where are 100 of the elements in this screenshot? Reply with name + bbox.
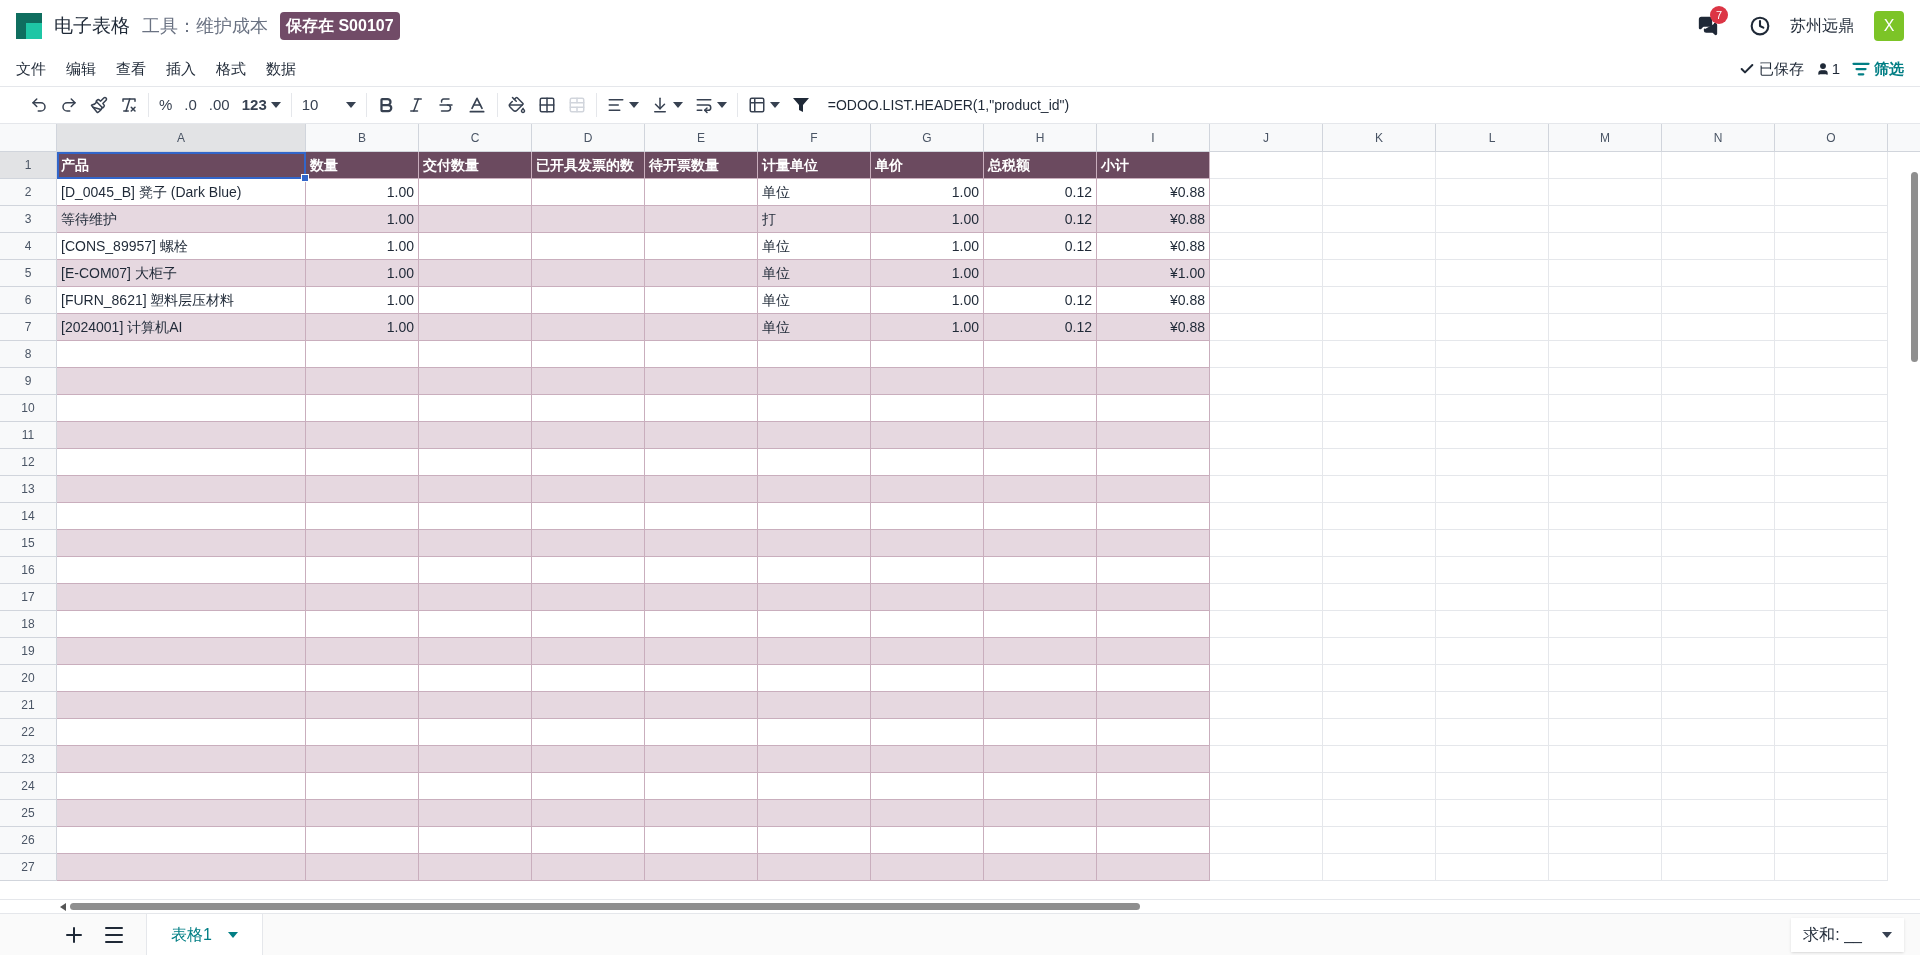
user-icon <box>1815 62 1830 76</box>
menu-item[interactable]: 数据 <box>266 57 296 81</box>
table-cell: 1.00 <box>871 179 984 206</box>
table-cell: ¥0.88 <box>1097 287 1210 314</box>
row-header[interactable]: 9 <box>0 368 57 395</box>
table-cell: [D_0045_B] 凳子 (Dark Blue) <box>57 179 306 206</box>
paint-bucket-icon <box>507 96 526 114</box>
chat-icon[interactable] <box>1698 16 1718 36</box>
table-cell: [2024001] 计算机AI <box>57 314 306 341</box>
column-header[interactable]: I <box>1097 124 1210 151</box>
row-header[interactable]: 10 <box>0 395 57 422</box>
table-cell: 0.12 <box>984 179 1097 206</box>
table-cell: 1.00 <box>306 233 419 260</box>
font-size-dropdown[interactable]: 10 <box>295 91 362 119</box>
row-header[interactable]: 25 <box>0 800 57 827</box>
status-badge: 保存在 S00107 <box>280 12 400 40</box>
redo-icon <box>60 96 78 114</box>
row-header[interactable]: 21 <box>0 692 57 719</box>
formula-field[interactable]: =ODOO.LIST.HEADER(1,"product_id") <box>827 94 1896 116</box>
scroll-left-icon[interactable] <box>60 902 66 911</box>
table-cell: 1.00 <box>306 260 419 287</box>
row-header[interactable]: 26 <box>0 827 57 854</box>
row-header[interactable]: 4 <box>0 233 57 260</box>
app-title: 电子表格 <box>54 13 130 38</box>
row-header[interactable]: 6 <box>0 287 57 314</box>
table-cell: 1.00 <box>871 206 984 233</box>
row-header[interactable]: 18 <box>0 611 57 638</box>
column-header[interactable]: F <box>758 124 871 151</box>
row-header[interactable]: 23 <box>0 746 57 773</box>
column-header[interactable]: H <box>984 124 1097 151</box>
align-left-icon <box>606 96 625 114</box>
column-header[interactable]: M <box>1549 124 1662 151</box>
number-format-button[interactable]: % <box>153 91 179 119</box>
table-cell: 待开票数量 <box>645 152 758 179</box>
number-format-button[interactable]: .00 <box>202 91 236 119</box>
row-header[interactable]: 17 <box>0 584 57 611</box>
row-header[interactable]: 27 <box>0 854 57 881</box>
borders-icon <box>537 96 556 114</box>
clock-icon[interactable] <box>1750 16 1770 36</box>
row-header[interactable]: 5 <box>0 260 57 287</box>
menu-item[interactable]: 编辑 <box>66 57 96 81</box>
row-header[interactable]: 14 <box>0 503 57 530</box>
column-header[interactable]: E <box>645 124 758 151</box>
caret-icon <box>345 102 356 108</box>
table-cell: ¥0.88 <box>1097 206 1210 233</box>
table-cell: 1.00 <box>871 287 984 314</box>
row-header[interactable]: 24 <box>0 773 57 800</box>
table-cell: 1.00 <box>871 233 984 260</box>
filter-icon <box>1852 60 1870 78</box>
more-formats-button[interactable]: 123 <box>235 91 287 119</box>
caret-icon <box>270 102 281 108</box>
table-cell: 等待维护 <box>57 206 306 233</box>
company-name[interactable]: 苏州远鼎 <box>1790 14 1854 38</box>
column-header[interactable]: C <box>419 124 532 151</box>
table-cell: [CONS_89957] 螺栓 <box>57 233 306 260</box>
table-cell: 已开具发票的数 <box>532 152 645 179</box>
column-header[interactable]: A <box>57 124 306 151</box>
menu-item[interactable]: 插入 <box>166 57 196 81</box>
row-header[interactable]: 19 <box>0 638 57 665</box>
column-header[interactable]: J <box>1210 124 1323 151</box>
column-header[interactable]: N <box>1662 124 1775 151</box>
column-header[interactable]: O <box>1775 124 1888 151</box>
vertical-scrollbar[interactable] <box>1911 172 1918 362</box>
row-header[interactable]: 3 <box>0 206 57 233</box>
row-header[interactable]: 2 <box>0 179 57 206</box>
filter-button[interactable]: 筛选 <box>1852 57 1904 81</box>
sheet-tab[interactable]: 表格1 <box>146 914 263 955</box>
column-header[interactable]: L <box>1436 124 1549 151</box>
row-header[interactable]: 8 <box>0 341 57 368</box>
table-cell: 单价 <box>871 152 984 179</box>
notification-count: 7 <box>1710 6 1729 24</box>
table-cell: 0.12 <box>984 314 1097 341</box>
column-header[interactable]: D <box>532 124 645 151</box>
table-cell: 交付数量 <box>419 152 532 179</box>
menu-item[interactable]: 文件 <box>16 57 46 81</box>
horizontal-scrollbar[interactable] <box>70 903 1140 910</box>
number-format-button[interactable]: .0 <box>178 91 203 119</box>
row-header[interactable]: 22 <box>0 719 57 746</box>
column-header[interactable]: B <box>306 124 419 151</box>
table-cell: 0.12 <box>984 206 1097 233</box>
row-header[interactable]: 20 <box>0 665 57 692</box>
column-header[interactable]: K <box>1323 124 1436 151</box>
row-header[interactable]: 11 <box>0 422 57 449</box>
menu-item[interactable]: 查看 <box>116 57 146 81</box>
row-header[interactable]: 15 <box>0 530 57 557</box>
table-cell: 计量单位 <box>758 152 871 179</box>
wrap-text-icon <box>694 96 713 114</box>
menu-item[interactable]: 格式 <box>216 57 246 81</box>
row-header[interactable]: 12 <box>0 449 57 476</box>
row-header[interactable]: 7 <box>0 314 57 341</box>
table-cell: 单位 <box>758 314 871 341</box>
column-header[interactable]: G <box>871 124 984 151</box>
fill-handle[interactable] <box>301 174 309 182</box>
aggregate-dropdown[interactable]: 求和: __ <box>1791 917 1904 952</box>
row-header[interactable]: 16 <box>0 557 57 584</box>
table-cell: 数量 <box>306 152 419 179</box>
row-header[interactable]: 1 <box>0 152 57 179</box>
table-cell: 单位 <box>758 179 871 206</box>
table-cell: 单位 <box>758 233 871 260</box>
row-header[interactable]: 13 <box>0 476 57 503</box>
